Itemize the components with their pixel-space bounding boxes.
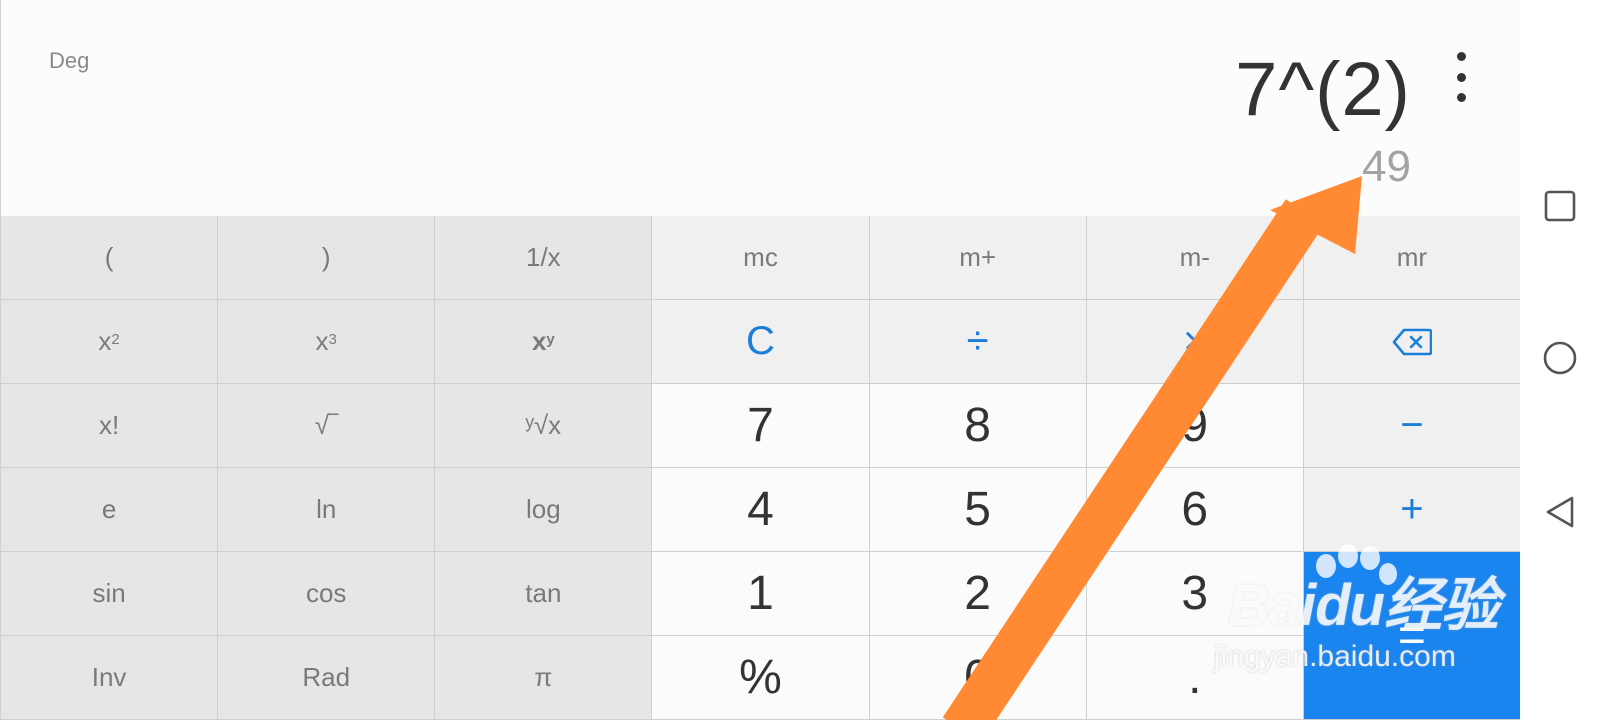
digit-2-key[interactable]: 2 (869, 552, 1087, 636)
ln-key[interactable]: ln (218, 468, 436, 552)
square-root-key[interactable]: √‾ (218, 384, 436, 468)
digit-3-key[interactable]: 3 (1086, 552, 1304, 636)
cube-key[interactable]: x3 (218, 300, 436, 384)
calculator-display: Deg 7^(2) 49 (1, 0, 1521, 216)
log-key[interactable]: log (435, 468, 653, 552)
cos-key[interactable]: cos (218, 552, 436, 636)
minus-key[interactable]: − (1303, 384, 1521, 468)
digit-0-key[interactable]: 0 (869, 636, 1087, 720)
keypad: ( ) 1/x mc m+ m- mr x2 x3 xy C ÷ × x! √‾… (1, 216, 1521, 720)
home-circle-icon[interactable] (1542, 340, 1578, 376)
percent-key[interactable]: % (652, 636, 870, 720)
angle-mode-label: Deg (49, 48, 90, 73)
memory-subtract-key[interactable]: m- (1086, 216, 1304, 300)
backspace-icon (1392, 328, 1432, 355)
factorial-key[interactable]: x! (1, 384, 219, 468)
reciprocal-key[interactable]: 1/x (435, 216, 653, 300)
tan-key[interactable]: tan (435, 552, 653, 636)
cube-key-base: x (315, 326, 329, 356)
result-text: 49 (1362, 142, 1411, 191)
memory-add-key[interactable]: m+ (869, 216, 1087, 300)
digit-6-key[interactable]: 6 (1086, 468, 1304, 552)
inverse-key[interactable]: Inv (1, 636, 219, 720)
back-triangle-icon[interactable] (1542, 494, 1578, 530)
decimal-key[interactable]: . (1086, 636, 1304, 720)
digit-7-key[interactable]: 7 (652, 384, 870, 468)
dot (1456, 72, 1466, 82)
multiply-key[interactable]: × (1086, 300, 1304, 384)
power-key-base: x (531, 326, 547, 356)
e-key[interactable]: e (1, 468, 219, 552)
square-key[interactable]: x2 (1, 300, 219, 384)
calculator-app: Deg 7^(2) 49 ( ) 1/x mc m+ m- mr x2 x3 x… (0, 0, 1521, 720)
plus-key[interactable]: + (1303, 468, 1521, 552)
clear-key[interactable]: C (652, 300, 870, 384)
square-key-exponent: 2 (111, 331, 120, 348)
pi-key[interactable]: π (435, 636, 653, 720)
digit-1-key[interactable]: 1 (652, 552, 870, 636)
expression-text: 7^(2) (1235, 47, 1411, 132)
power-key[interactable]: xy (435, 300, 653, 384)
digit-4-key[interactable]: 4 (652, 468, 870, 552)
recents-square-icon[interactable] (1542, 188, 1578, 224)
dot (1456, 93, 1466, 102)
close-paren-key[interactable]: ) (218, 216, 436, 300)
sin-key[interactable]: sin (1, 552, 219, 636)
square-key-base: x (98, 326, 112, 356)
navigation-bar (1520, 0, 1600, 720)
more-options-icon[interactable] (1449, 52, 1473, 102)
dot (1456, 52, 1466, 61)
divide-key[interactable]: ÷ (869, 300, 1087, 384)
digit-5-key[interactable]: 5 (869, 468, 1087, 552)
equals-key[interactable]: = (1303, 552, 1521, 720)
digit-9-key[interactable]: 9 (1086, 384, 1304, 468)
backspace-key[interactable] (1303, 300, 1521, 384)
power-key-exponent: y (546, 331, 555, 348)
memory-clear-key[interactable]: mc (652, 216, 870, 300)
radian-mode-key[interactable]: Rad (218, 636, 436, 720)
cube-key-exponent: 3 (328, 331, 337, 348)
open-paren-key[interactable]: ( (1, 216, 219, 300)
digit-8-key[interactable]: 8 (869, 384, 1087, 468)
y-root-key[interactable]: ʸ√x (435, 384, 653, 468)
memory-recall-key[interactable]: mr (1303, 216, 1521, 300)
